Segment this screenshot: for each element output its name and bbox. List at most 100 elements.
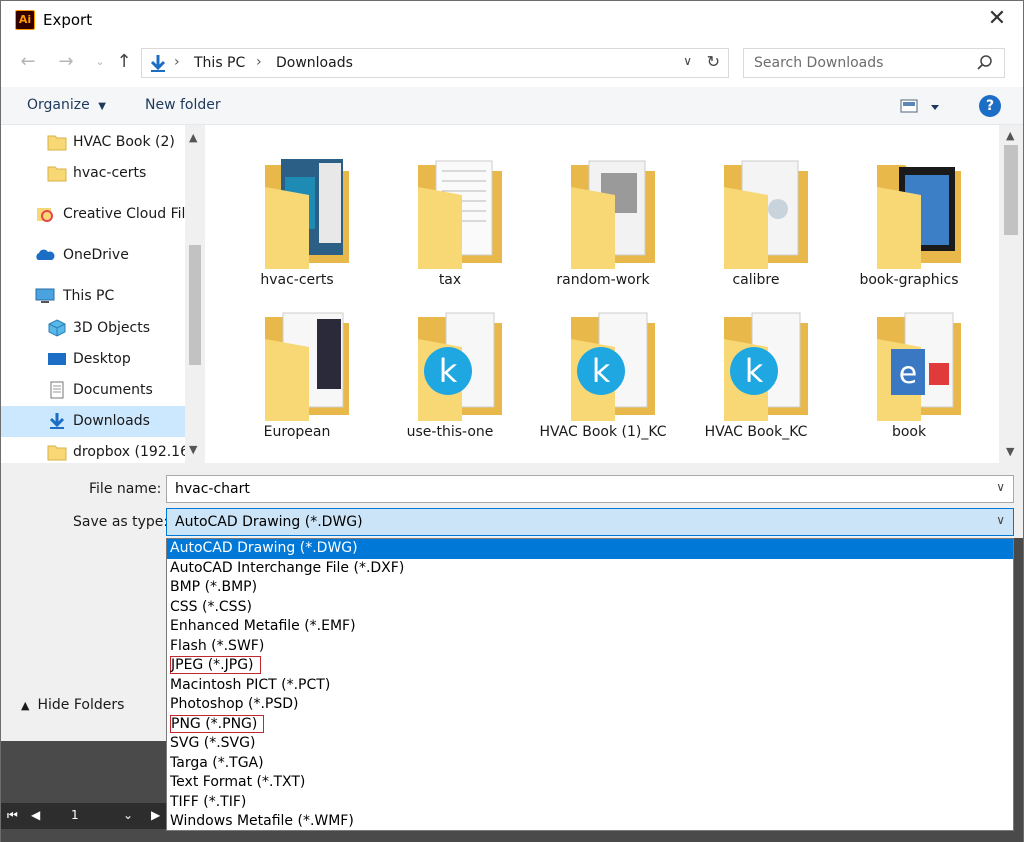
folder-item[interactable]: book-graphics (839, 135, 979, 288)
folder-item[interactable]: European (227, 287, 367, 440)
chevron-up-icon: ▲ (21, 699, 30, 712)
option-label: Photoshop (*.PSD) (170, 696, 299, 712)
scrollbar-thumb[interactable] (1004, 145, 1018, 235)
sidebar-item-downloads[interactable]: Downloads (1, 406, 185, 437)
address-dropdown-icon[interactable]: ∨ (683, 54, 692, 68)
save-type-option[interactable]: Flash (*.SWF) (167, 637, 1013, 657)
file-list-scrollbar[interactable]: ▲ ▼ (999, 125, 1023, 463)
sidebar-item-documents[interactable]: Documents (1, 375, 185, 406)
folder-item[interactable]: k HVAC Book (1)_KC (533, 287, 673, 440)
close-icon[interactable]: ✕ (985, 7, 1009, 31)
folder-item[interactable]: e book (839, 287, 979, 440)
save-type-option[interactable]: Macintosh PICT (*.PCT) (167, 676, 1013, 696)
previous-page-icon[interactable]: ◀ (31, 808, 40, 822)
up-arrow-icon[interactable]: ↑ (113, 51, 135, 73)
save-type-option[interactable]: BMP (*.BMP) (167, 578, 1013, 598)
creative-cloud-icon (37, 208, 53, 222)
page-navigation-strip: ⏮ ◀ 1 ⌄ ▶ (1, 803, 166, 829)
chevron-down-icon[interactable]: ∨ (996, 480, 1005, 494)
search-input[interactable]: Search Downloads (743, 48, 1005, 78)
first-page-icon[interactable]: ⏮ (7, 808, 18, 823)
sidebar-item-onedrive[interactable]: OneDrive (1, 240, 185, 271)
folder-item[interactable]: random-work (533, 135, 673, 288)
hide-folders-button[interactable]: ▲ Hide Folders (21, 697, 124, 713)
hide-folders-label: Hide Folders (37, 697, 125, 713)
save-type-option[interactable]: CSS (*.CSS) (167, 598, 1013, 618)
save-type-option[interactable]: Enhanced Metafile (*.EMF) (167, 617, 1013, 637)
folder-item[interactable]: k use-this-one (380, 287, 520, 440)
page-number[interactable]: 1 (71, 808, 79, 822)
sidebar-item-label: Downloads (73, 413, 150, 429)
sidebar-item-hvac-book-2[interactable]: HVAC Book (2) (1, 127, 185, 158)
page-dropdown-icon[interactable]: ⌄ (123, 808, 133, 822)
option-label: AutoCAD Drawing (*.DWG) (170, 540, 358, 556)
option-label: Macintosh PICT (*.PCT) (170, 676, 331, 693)
sidebar-item-this-pc[interactable]: This PC (1, 281, 185, 312)
sidebar-item-dropbox[interactable]: dropbox (192.16 (1, 437, 185, 463)
folder-icon (47, 135, 67, 151)
folder-icon (47, 166, 67, 182)
file-name-field[interactable]: hvac-chart ∨ (166, 475, 1014, 503)
breadcrumb-downloads[interactable]: Downloads (276, 55, 353, 71)
folder-thumbnail-icon (265, 312, 349, 421)
folder-item[interactable]: k HVAC Book_KC (686, 287, 826, 440)
save-type-option[interactable]: AutoCAD Interchange File (*.DXF) (167, 559, 1013, 579)
folder-name: European (263, 424, 331, 440)
file-name-label: File name: (89, 481, 162, 497)
background-application-edge (1014, 538, 1023, 831)
next-page-icon[interactable]: ▶ (151, 808, 160, 822)
sidebar-item-creative-cloud[interactable]: Creative Cloud Fil (1, 199, 185, 230)
back-arrow-icon[interactable]: ← (17, 51, 39, 73)
save-type-option[interactable]: SVG (*.SVG) (167, 734, 1013, 754)
sidebar-item-label: 3D Objects (73, 320, 151, 336)
svg-text:k: k (745, 352, 764, 390)
change-view-button[interactable] (899, 97, 945, 117)
folder-item[interactable]: calibre (686, 135, 826, 288)
save-type-option-png[interactable]: PNG (*.PNG) (167, 714, 1013, 735)
chevron-down-icon[interactable]: ∨ (996, 513, 1005, 527)
sidebar-item-desktop[interactable]: Desktop (1, 344, 185, 375)
background-application-edge (166, 831, 1023, 842)
scroll-up-icon[interactable]: ▲ (189, 131, 197, 144)
folder-thumbnail-icon (571, 160, 655, 269)
scroll-down-icon[interactable]: ▼ (189, 443, 197, 456)
sidebar-item-hvac-certs[interactable]: hvac-certs (1, 158, 185, 189)
sidebar-item-label: This PC (63, 288, 115, 304)
sidebar-item-label: dropbox (192.16 (73, 444, 185, 460)
save-type-option[interactable]: Targa (*.TGA) (167, 754, 1013, 774)
recent-locations-chevron-icon[interactable]: ⌄ (89, 51, 111, 73)
folder-name: book (891, 424, 927, 440)
file-name-value: hvac-chart (175, 481, 250, 497)
organize-button[interactable]: Organize ▼ (27, 97, 106, 113)
save-as-type-select[interactable]: AutoCAD Drawing (*.DWG) ∨ (166, 508, 1014, 536)
svg-text:k: k (439, 352, 458, 390)
address-bar[interactable]: › This PC › Downloads ∨ ↻ (141, 48, 729, 78)
option-label: Windows Metafile (*.WMF) (170, 813, 354, 829)
option-label: TIFF (*.TIF) (170, 793, 247, 810)
forward-arrow-icon[interactable]: → (55, 51, 77, 73)
new-folder-button[interactable]: New folder (145, 97, 221, 113)
option-label: Targa (*.TGA) (170, 754, 264, 771)
save-as-type-label: Save as type: (73, 514, 169, 530)
folder-item[interactable]: tax (380, 135, 520, 288)
scroll-up-icon[interactable]: ▲ (1006, 129, 1014, 142)
save-type-option[interactable]: Photoshop (*.PSD) (167, 695, 1013, 715)
help-icon[interactable]: ? (979, 95, 1001, 117)
option-label: CSS (*.CSS) (170, 598, 252, 615)
folder-item[interactable]: hvac-certs (227, 135, 367, 288)
organize-label: Organize (27, 97, 90, 113)
sidebar-item-label: hvac-certs (73, 165, 147, 181)
refresh-icon[interactable]: ↻ (707, 52, 720, 71)
save-type-option[interactable]: TIFF (*.TIF) (167, 793, 1013, 813)
scrollbar-thumb[interactable] (189, 245, 201, 365)
breadcrumb-this-pc[interactable]: This PC (194, 55, 245, 71)
save-type-option[interactable]: AutoCAD Drawing (*.DWG) (167, 539, 1013, 559)
save-type-option-jpeg[interactable]: JPEG (*.JPG) (167, 656, 1013, 676)
folder-thumbnail-icon: k (571, 312, 655, 421)
save-type-option[interactable]: Windows Metafile (*.WMF) (167, 812, 1013, 832)
navigation-pane-scrollbar[interactable]: ▲ ▼ (185, 125, 205, 463)
dialog-title: Export (43, 11, 93, 29)
sidebar-item-3d-objects[interactable]: 3D Objects (1, 313, 185, 344)
save-type-option[interactable]: Text Format (*.TXT) (167, 773, 1013, 793)
scroll-down-icon[interactable]: ▼ (1006, 445, 1014, 458)
